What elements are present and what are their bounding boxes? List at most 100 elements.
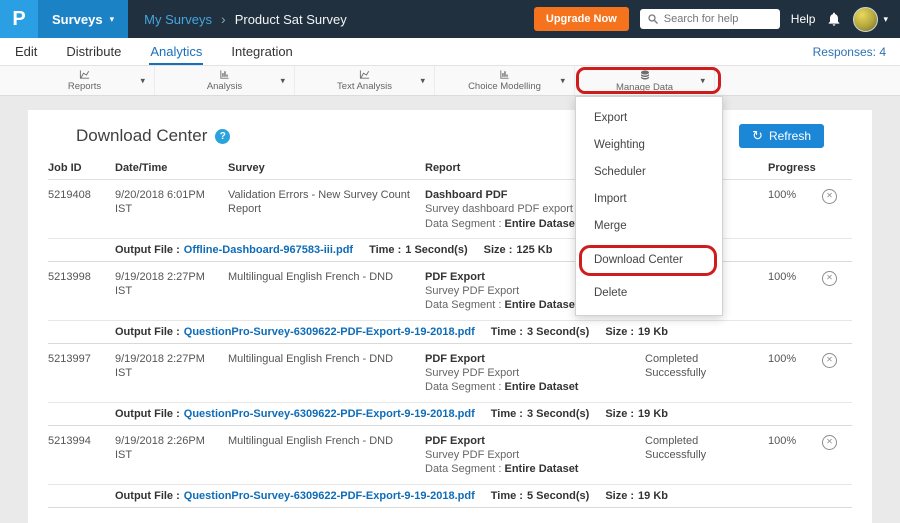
time-label: Time : — [491, 490, 523, 502]
top-bar: P Surveys ▾ My Surveys › Product Sat Sur… — [0, 0, 900, 38]
job-progress: 100% — [768, 188, 822, 231]
tab-edit[interactable]: Edit — [14, 40, 38, 65]
cancel-job-icon[interactable]: ✕ — [822, 435, 837, 450]
refresh-icon: ↻ — [752, 130, 763, 143]
job-survey: Multilingual English French - DND — [228, 434, 425, 477]
responses-count: Responses: 4 — [813, 45, 886, 65]
size-label: Size : — [484, 244, 513, 256]
job-progress: 100% — [768, 434, 822, 477]
text-analysis-chart-icon — [358, 69, 371, 80]
job-datetime: 9/19/2018 2:27PM IST — [115, 270, 228, 313]
help-link[interactable]: Help — [791, 12, 816, 26]
job-id: 5213997 — [48, 352, 115, 395]
data-segment: Data Segment : Entire Dataset — [425, 462, 631, 476]
panel-header: Download Center ? ↻ Refresh — [48, 124, 852, 148]
job-main-row: 5213997 9/19/2018 2:27PM IST Multilingua… — [48, 344, 852, 402]
search-input[interactable] — [664, 13, 773, 25]
report-description: Survey PDF Export — [425, 366, 631, 380]
menu-item-download-center[interactable]: Download Center — [576, 247, 722, 274]
toolbar-item-reports[interactable]: Reports ▾ — [15, 66, 155, 95]
chevron-down-icon: ▾ — [110, 15, 115, 24]
menu-item-merge[interactable]: Merge — [576, 213, 722, 240]
report-title: PDF Export — [425, 352, 631, 366]
output-file-label: Output File : — [115, 244, 180, 256]
job-survey: Multilingual English French - DND — [228, 270, 425, 313]
size-label: Size : — [605, 408, 634, 420]
toolbar-item-choice-modelling[interactable]: Choice Modelling ▾ — [435, 66, 575, 95]
output-file-label: Output File : — [115, 490, 180, 502]
job-status: Completed Successfully — [645, 352, 740, 395]
output-file-link[interactable]: QuestionPro-Survey-6309622-PDF-Export-9-… — [184, 326, 475, 338]
analysis-chart-icon — [218, 69, 231, 80]
output-file-link[interactable]: Offline-Dashboard-967583-iii.pdf — [184, 244, 353, 256]
account-menu[interactable]: ▾ — [853, 7, 888, 32]
chevron-down-icon: ▾ — [420, 75, 425, 86]
chevron-down-icon: ▾ — [883, 15, 888, 24]
toolbar-item-manage-data[interactable]: Manage Data ▾ — [575, 66, 715, 95]
job-datetime: 9/20/2018 6:01PM IST — [115, 188, 228, 231]
toolbar-item-label: Reports — [68, 81, 101, 92]
size-value: 19 Kb — [638, 408, 668, 420]
tab-integration[interactable]: Integration — [230, 40, 293, 65]
cancel-job-icon[interactable]: ✕ — [822, 353, 837, 368]
database-icon — [639, 69, 651, 81]
job-progress: 100% — [768, 270, 822, 313]
table-row: 5213998 9/19/2018 2:27PM IST Multilingua… — [48, 262, 852, 344]
menu-item-weighting[interactable]: Weighting — [576, 132, 722, 159]
report-title: PDF Export — [425, 434, 631, 448]
app-logo[interactable]: P — [0, 0, 38, 38]
output-file-label: Output File : — [115, 408, 180, 420]
toolbar-item-label: Analysis — [207, 81, 242, 92]
surveys-label: Surveys — [52, 12, 103, 27]
time-value: 3 Second(s) — [527, 408, 589, 420]
chevron-down-icon: ▾ — [700, 75, 705, 86]
menu-item-delete[interactable]: Delete — [576, 280, 722, 307]
cancel-job-icon[interactable]: ✕ — [822, 271, 837, 286]
help-badge-icon[interactable]: ? — [215, 129, 230, 144]
app-window: P Surveys ▾ My Surveys › Product Sat Sur… — [0, 0, 900, 523]
job-output-row: Output File : Offline-Dashboard-967583-ii… — [48, 238, 852, 262]
job-output-row: Output File :QuestionPro-Survey-6309622-… — [48, 320, 852, 344]
table-header-row: Job ID Date/Time Survey Report Progress — [48, 154, 852, 180]
refresh-button[interactable]: ↻ Refresh — [739, 124, 824, 148]
menu-item-scheduler[interactable]: Scheduler — [576, 159, 722, 186]
chevron-down-icon: ▾ — [560, 75, 565, 86]
toolbar-item-label: Text Analysis — [337, 81, 392, 92]
job-datetime: 9/19/2018 2:26PM IST — [115, 434, 228, 477]
tab-bar: Edit Distribute Analytics Integration Re… — [0, 38, 900, 66]
toolbar-item-text-analysis[interactable]: Text Analysis ▾ — [295, 66, 435, 95]
menu-item-export[interactable]: Export — [576, 105, 722, 132]
upgrade-now-button[interactable]: Upgrade Now — [534, 7, 629, 31]
manage-data-dropdown: Export Weighting Scheduler Import Merge … — [575, 96, 723, 316]
tab-distribute[interactable]: Distribute — [65, 40, 122, 65]
job-output-row: Output File : QuestionPro-Survey-6309622-… — [48, 402, 852, 426]
job-report: PDF Export Survey PDF Export Data Segmen… — [425, 352, 645, 395]
notifications-bell-icon[interactable] — [826, 11, 842, 27]
size-value: 19 Kb — [638, 490, 668, 502]
job-id: 5213994 — [48, 434, 115, 477]
job-output-row: Output File : QuestionPro-Survey-6309622-… — [48, 484, 852, 508]
output-file-link[interactable]: QuestionPro-Survey-6309622-PDF-Export-9-… — [184, 490, 475, 502]
data-segment: Data Segment : Entire Dataset — [425, 380, 631, 394]
time-label: Time : — [369, 244, 401, 256]
header-actions — [822, 162, 852, 174]
chevron-down-icon: ▾ — [140, 75, 145, 86]
cancel-job-icon[interactable]: ✕ — [822, 189, 837, 204]
toolbar-item-analysis[interactable]: Analysis ▾ — [155, 66, 295, 95]
surveys-menu-button[interactable]: Surveys ▾ — [38, 0, 128, 38]
search-icon — [647, 13, 659, 25]
output-file-link[interactable]: QuestionPro-Survey-6309622-PDF-Export-9-… — [184, 408, 475, 420]
job-survey: Multilingual English French - DND — [228, 352, 425, 395]
time-value: 1 Second(s) — [405, 244, 467, 256]
page-title: Download Center — [76, 126, 207, 146]
tab-analytics[interactable]: Analytics — [149, 40, 203, 65]
size-value: 19 Kb — [638, 326, 668, 338]
job-id: 5219408 — [48, 188, 115, 231]
table-row: 5213994 9/19/2018 2:26PM IST Multilingua… — [48, 426, 852, 508]
reports-chart-icon — [78, 69, 91, 80]
size-label: Size : — [605, 326, 634, 338]
menu-item-import[interactable]: Import — [576, 186, 722, 213]
time-label: Time : — [491, 408, 523, 420]
job-id: 5213998 — [48, 270, 115, 313]
breadcrumb-my-surveys-link[interactable]: My Surveys — [144, 12, 212, 27]
